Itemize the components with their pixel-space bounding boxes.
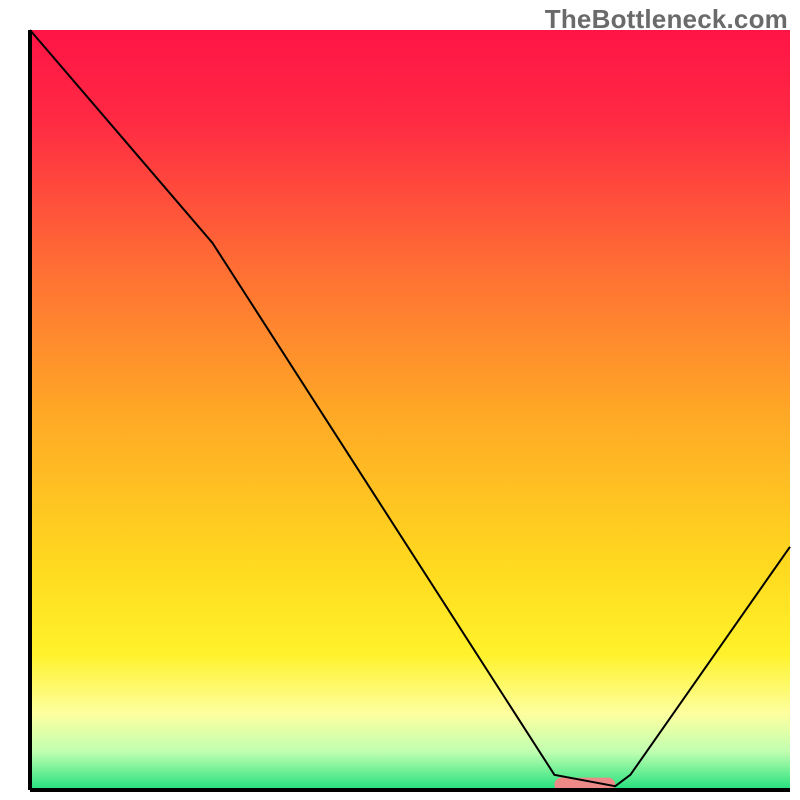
bottleneck-chart — [0, 0, 800, 800]
chart-container: TheBottleneck.com — [0, 0, 800, 800]
plot-background — [30, 30, 790, 790]
watermark-text: TheBottleneck.com — [545, 4, 788, 35]
